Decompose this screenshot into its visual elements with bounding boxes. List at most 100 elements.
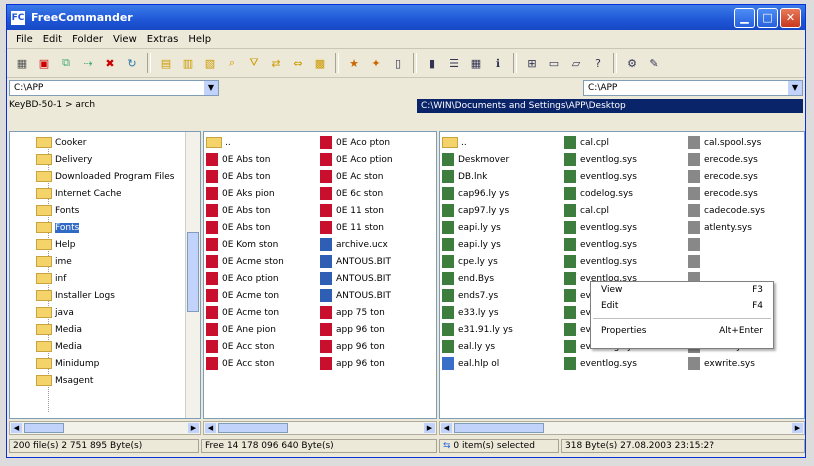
list-item[interactable]: 0E 6c ston <box>320 185 393 202</box>
info-icon[interactable]: ℹ <box>489 54 507 72</box>
right-hscroll-thumb[interactable] <box>454 423 544 433</box>
tree-item[interactable]: Downloaded Program Files <box>36 168 174 185</box>
move-icon[interactable]: ⇢ <box>79 54 97 72</box>
list-item[interactable]: ANTOUS.BIT <box>320 287 393 304</box>
list-item[interactable]: cap96.ly ys <box>442 185 513 202</box>
right-drive-select[interactable]: C:\APP ▼ <box>583 80 803 96</box>
list-item[interactable]: e33.ly ys <box>442 304 513 321</box>
right-hscrollbar[interactable]: ◀ ▶ <box>439 421 805 435</box>
menu-view[interactable]: View <box>113 34 137 45</box>
tree-scrollbar[interactable] <box>185 132 200 418</box>
details-icon[interactable]: ▦ <box>467 54 485 72</box>
scroll-right-icon[interactable]: ▶ <box>188 423 199 433</box>
left-file-panel[interactable]: .. 0E Abs ton 0E Abs ton 0E Aks pion 0E Abs … <box>203 131 437 419</box>
list-item[interactable]: 0E Abs ton <box>206 202 284 219</box>
tree-item[interactable]: Internet Cache <box>36 185 174 202</box>
list-item[interactable]: eal.ly ys <box>442 338 513 355</box>
list-item[interactable]: eapi.ly ys <box>442 219 513 236</box>
list-item[interactable]: end.Bys <box>442 270 513 287</box>
right-file-panel[interactable]: .. Deskmover DB.lnk cap96.ly ys cap97.ly ys e… <box>439 131 805 419</box>
tree-item[interactable]: Fonts <box>36 219 174 236</box>
list-item[interactable]: cadecode.sys <box>688 202 765 219</box>
list-item[interactable]: eventlog.sys <box>564 355 637 372</box>
delete-icon[interactable]: ✖ <box>101 54 119 72</box>
chevron-down-icon[interactable]: ▼ <box>788 81 802 95</box>
list-item[interactable]: eventlog.sys <box>564 168 637 185</box>
list-item[interactable] <box>688 253 765 270</box>
drive-icon[interactable]: ▯ <box>389 54 407 72</box>
list-item[interactable]: erecode.sys <box>688 168 765 185</box>
list-item[interactable]: 0E Acme ston <box>206 253 284 270</box>
list-item[interactable]: erecode.sys <box>688 185 765 202</box>
sync-icon[interactable]: ⇄ <box>267 54 285 72</box>
context-menu-properties[interactable]: Properties Alt+Enter <box>591 323 773 339</box>
list-item[interactable]: ANTOUS.BIT <box>320 253 393 270</box>
minimize-button[interactable]: ▁ <box>734 7 755 28</box>
list-item[interactable]: 0E Aco ption <box>206 270 284 287</box>
folder-tree-icon[interactable]: ▧ <box>201 54 219 72</box>
tree-item[interactable]: Msagent <box>36 372 174 389</box>
list-item[interactable]: eventlog.sys <box>564 219 637 236</box>
list-item[interactable]: 0E 11 ston <box>320 219 393 236</box>
list-item[interactable]: cal.cpl <box>564 202 637 219</box>
context-menu-view[interactable]: View F3 <box>591 282 773 298</box>
help-icon[interactable]: ? <box>589 54 607 72</box>
copy-icon[interactable]: ⧉ <box>57 54 75 72</box>
left-hscrollbar[interactable]: ◀ ▶ <box>203 421 437 435</box>
tree-item[interactable]: Cooker <box>36 134 174 151</box>
list-item[interactable]: 0E Aco pton <box>320 134 393 151</box>
list-item[interactable]: cal.spool.sys <box>688 134 765 151</box>
tree-item[interactable]: Media <box>36 338 174 355</box>
network-icon[interactable]: ⊞ <box>523 54 541 72</box>
columns-icon[interactable]: ☰ <box>445 54 463 72</box>
tree-scrollbar-thumb[interactable] <box>187 232 199 312</box>
list-item[interactable]: eventlog.sys <box>564 151 637 168</box>
left-path[interactable]: KeyBD-50-1 > arch <box>9 100 95 110</box>
computer-icon[interactable]: ▭ <box>545 54 563 72</box>
tree-item[interactable]: ime <box>36 253 174 270</box>
list-item[interactable]: app 75 ton <box>320 304 393 321</box>
edit-icon[interactable]: ▣ <box>35 54 53 72</box>
close-button[interactable]: ✕ <box>780 7 801 28</box>
list-item[interactable]: cap97.ly ys <box>442 202 513 219</box>
tree-item[interactable]: inf <box>36 270 174 287</box>
favorites-icon[interactable]: ★ <box>345 54 363 72</box>
list-item[interactable]: Deskmover <box>442 151 513 168</box>
menu-edit[interactable]: Edit <box>43 34 62 45</box>
list-item[interactable]: 0E Aks pion <box>206 185 284 202</box>
list-item[interactable]: 0E 11 ston <box>320 202 393 219</box>
tree-item[interactable]: Installer Logs <box>36 287 174 304</box>
list-item[interactable]: eventlog.sys <box>564 236 637 253</box>
list-item[interactable]: cal.cpl <box>564 134 637 151</box>
list-item[interactable]: atlenty.sys <box>688 219 765 236</box>
tree-hscrollbar[interactable]: ◀ ▶ <box>9 421 201 435</box>
list-item[interactable] <box>688 236 765 253</box>
list-item[interactable]: DB.lnk <box>442 168 513 185</box>
properties-icon[interactable]: ▮ <box>423 54 441 72</box>
scroll-left-icon[interactable]: ◀ <box>441 423 452 433</box>
list-item[interactable]: 0E Kom ston <box>206 236 284 253</box>
list-item[interactable]: 0E Ane pion <box>206 321 284 338</box>
refresh-icon[interactable]: ↻ <box>123 54 141 72</box>
tree-item[interactable]: Fonts <box>36 202 174 219</box>
list-item[interactable]: exwrite.sys <box>688 355 765 372</box>
tools-icon[interactable]: ✎ <box>645 54 663 72</box>
pack-icon[interactable]: ▩ <box>311 54 329 72</box>
filter-icon[interactable]: ⛛ <box>245 54 263 72</box>
list-item[interactable]: 0E Ac ston <box>320 168 393 185</box>
scroll-left-icon[interactable]: ◀ <box>205 423 216 433</box>
tree-item[interactable]: Delivery <box>36 151 174 168</box>
list-item[interactable]: 0E Abs ton <box>206 168 284 185</box>
list-item[interactable]: 0E Acme ton <box>206 304 284 321</box>
list-item[interactable]: codelog.sys <box>564 185 637 202</box>
list-item[interactable]: ends7.ys <box>442 287 513 304</box>
tree-item[interactable]: Media <box>36 321 174 338</box>
list-item[interactable]: app 96 ton <box>320 321 393 338</box>
tree-item[interactable]: java <box>36 304 174 321</box>
menu-extras[interactable]: Extras <box>147 34 179 45</box>
console-icon[interactable]: ▱ <box>567 54 585 72</box>
folder-icon[interactable]: ▥ <box>179 54 197 72</box>
new-folder-icon[interactable]: ▤ <box>157 54 175 72</box>
search-icon[interactable]: ⌕ <box>223 54 241 72</box>
compare-icon[interactable]: ⇔ <box>289 54 307 72</box>
